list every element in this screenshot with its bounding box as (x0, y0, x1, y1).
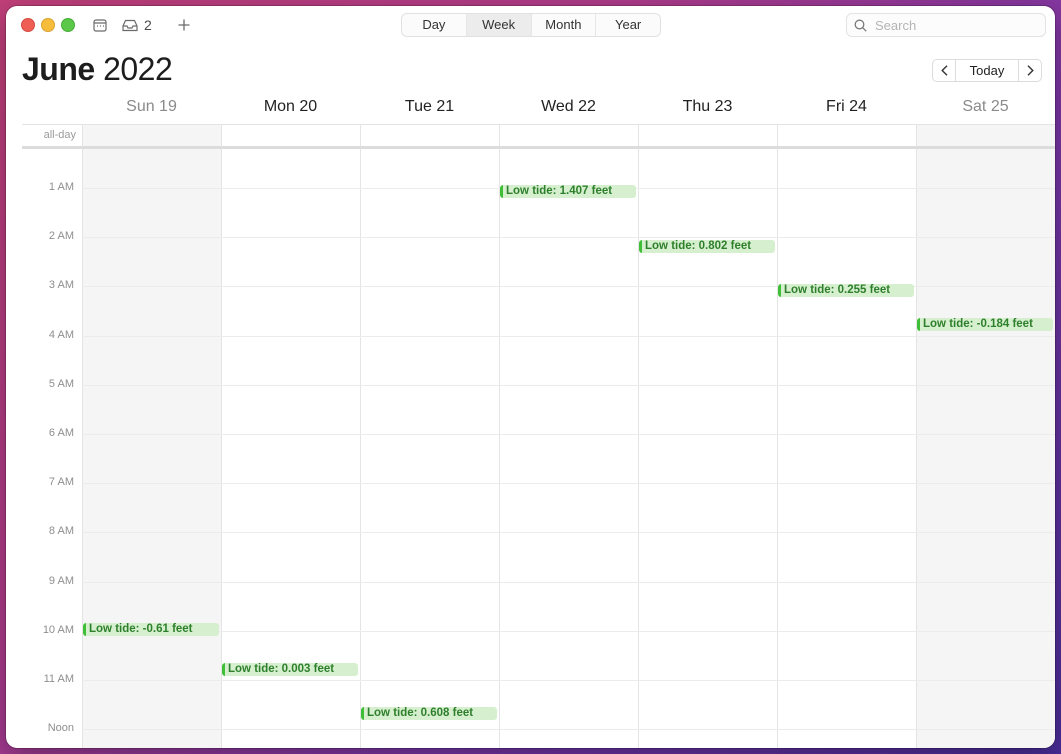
search-icon (854, 19, 867, 32)
search-box[interactable] (846, 13, 1046, 37)
hour-label: 11 AM (43, 673, 74, 685)
hour-gridline (82, 483, 1055, 484)
day-column[interactable] (360, 149, 499, 748)
hour-gridline (82, 532, 1055, 533)
hour-gridline (82, 237, 1055, 238)
view-week-button[interactable]: Week (466, 14, 532, 36)
view-day-button[interactable]: Day (402, 14, 467, 36)
all-day-row: all-day (22, 124, 1055, 147)
hour-gridline (82, 582, 1055, 583)
title-month: June (22, 51, 95, 87)
day-column[interactable] (777, 149, 916, 748)
inbox-tray-icon (122, 19, 138, 31)
hour-gridline (82, 336, 1055, 337)
day-column[interactable] (221, 149, 360, 748)
hour-label: 5 AM (48, 378, 74, 390)
inbox-count: 2 (144, 17, 152, 33)
tide-event[interactable]: Low tide: 0.802 feet (639, 240, 775, 253)
hour-gridline (82, 729, 1055, 730)
chevron-right-icon (1027, 65, 1034, 76)
all-day-cell[interactable] (777, 125, 916, 147)
hour-gridline (82, 631, 1055, 632)
all-day-cell[interactable] (499, 125, 638, 147)
calendar-list-icon[interactable] (93, 15, 107, 35)
chevron-left-icon (940, 65, 947, 76)
hour-label: 6 AM (48, 427, 74, 439)
hour-label: 2 AM (48, 230, 74, 242)
all-day-cell[interactable] (916, 125, 1055, 147)
view-switcher: Day Week Month Year (401, 13, 661, 37)
tide-event[interactable]: Low tide: 1.407 feet (500, 185, 636, 198)
day-header[interactable]: Wed 22 (499, 98, 638, 124)
tide-event[interactable]: Low tide: 0.255 feet (778, 284, 914, 297)
minimize-window-button[interactable] (41, 18, 55, 32)
page-title: June 2022 (22, 51, 173, 88)
day-header[interactable]: Mon 20 (221, 98, 360, 124)
all-day-cell[interactable] (221, 125, 360, 147)
next-week-button[interactable] (1019, 60, 1041, 81)
day-column[interactable] (916, 149, 1055, 748)
week-navigation: Today (932, 59, 1042, 82)
day-header[interactable]: Fri 24 (777, 98, 916, 124)
hour-label: 4 AM (48, 329, 74, 341)
hour-label: Noon (47, 722, 74, 734)
week-grid: 1 AM 2 AM 3 AM 4 AM 5 AM 6 AM 7 AM 8 AM 9 AM 10 A… (6, 149, 1055, 748)
tide-event[interactable]: Low tide: -0.61 feet (83, 623, 219, 636)
all-day-cell[interactable] (638, 125, 777, 147)
inbox-button[interactable]: 2 (122, 15, 152, 35)
calendar-window: 2 Day Week Month Year June 2022 (6, 6, 1055, 748)
view-month-button[interactable]: Month (532, 14, 597, 36)
all-day-label: all-day (43, 129, 76, 141)
hour-gridline (82, 680, 1055, 681)
toolbar: 2 Day Week Month Year (6, 6, 1055, 44)
hour-label: 1 AM (48, 181, 74, 193)
plus-icon (178, 19, 190, 31)
add-event-button[interactable] (178, 15, 190, 35)
all-day-cell[interactable] (360, 125, 499, 147)
tide-event[interactable]: Low tide: 0.608 feet (361, 707, 497, 720)
day-header[interactable]: Sun 19 (82, 98, 221, 124)
hour-label: 8 AM (48, 525, 74, 537)
title-year: 2022 (103, 51, 173, 87)
zoom-window-button[interactable] (61, 18, 75, 32)
hour-gridline (82, 385, 1055, 386)
day-headers: Sun 19 Mon 20 Tue 21 Wed 22 Thu 23 Fri 24 Sat … (82, 98, 1055, 124)
day-header[interactable]: Thu 23 (638, 98, 777, 124)
hour-gridline (82, 434, 1055, 435)
tide-event[interactable]: Low tide: 0.003 feet (222, 663, 358, 676)
hour-label: 3 AM (48, 279, 74, 291)
hour-label: 7 AM (48, 476, 74, 488)
tide-event[interactable]: Low tide: -0.184 feet (917, 318, 1053, 331)
search-input[interactable] (873, 16, 1037, 34)
day-column[interactable] (499, 149, 638, 748)
day-header[interactable]: Tue 21 (360, 98, 499, 124)
hour-label: 10 AM (42, 624, 74, 636)
view-year-button[interactable]: Year (596, 14, 660, 36)
previous-week-button[interactable] (933, 60, 955, 81)
day-column[interactable] (638, 149, 777, 748)
all-day-cell[interactable] (82, 125, 221, 147)
today-button[interactable]: Today (955, 60, 1019, 81)
day-column[interactable] (82, 149, 221, 748)
close-window-button[interactable] (21, 18, 35, 32)
day-header[interactable]: Sat 25 (916, 98, 1055, 124)
hour-label: 9 AM (48, 575, 74, 587)
